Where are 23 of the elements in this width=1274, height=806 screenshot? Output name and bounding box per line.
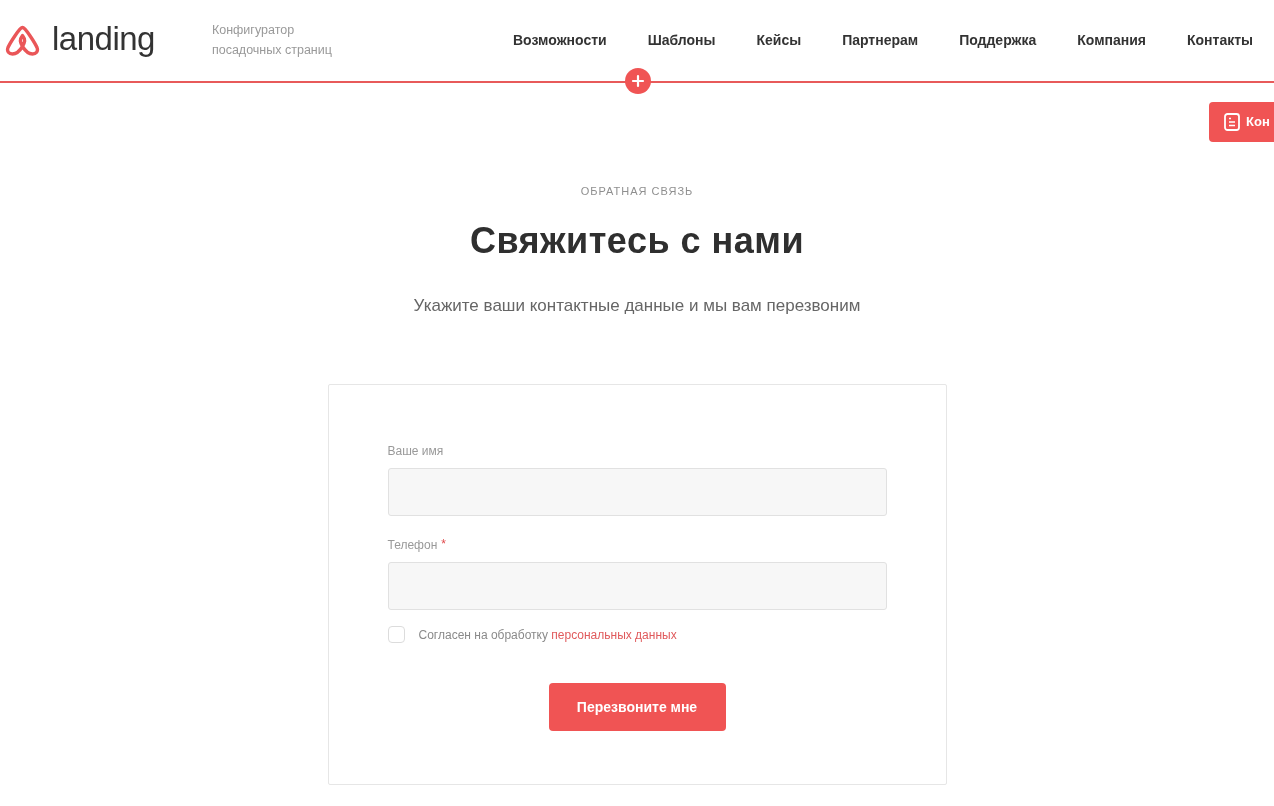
nav-link[interactable]: Контакты: [1187, 30, 1253, 51]
logo-icon: [5, 25, 40, 56]
logo-text: landing: [52, 18, 155, 59]
section-title: Свяжитесь с нами: [469, 219, 805, 263]
section-subtitle: Укажите ваши контактные данные и мы вам перезвоним: [413, 295, 861, 317]
field-label: Ваше имя: [387, 443, 444, 459]
required-mark: *: [441, 537, 446, 551]
consent-checkbox[interactable]: [387, 626, 405, 643]
nav-link[interactable]: Кейсы: [756, 30, 802, 51]
nav-link[interactable]: Возможности: [513, 30, 607, 51]
field-label: Телефон: [387, 537, 438, 553]
input-field[interactable]: [387, 562, 887, 610]
section-eyebrow: ОБРАТНАЯ СВЯЗЬ: [580, 186, 694, 197]
document-icon: [1224, 113, 1240, 131]
nav-link[interactable]: Партнерам: [842, 30, 919, 51]
nav-link[interactable]: Поддержка: [959, 30, 1037, 51]
plus-icon[interactable]: [625, 68, 651, 94]
nav-link[interactable]: Шаблоны: [647, 30, 716, 51]
consent-text: Согласен на обработку персональных данных: [418, 626, 677, 643]
nav-link[interactable]: Компания: [1077, 30, 1146, 51]
input-field[interactable]: [387, 468, 887, 516]
personal-data-link[interactable]: персональных данных: [551, 627, 677, 642]
tagline: Конфигуратор посадочных страниц: [211, 21, 333, 59]
